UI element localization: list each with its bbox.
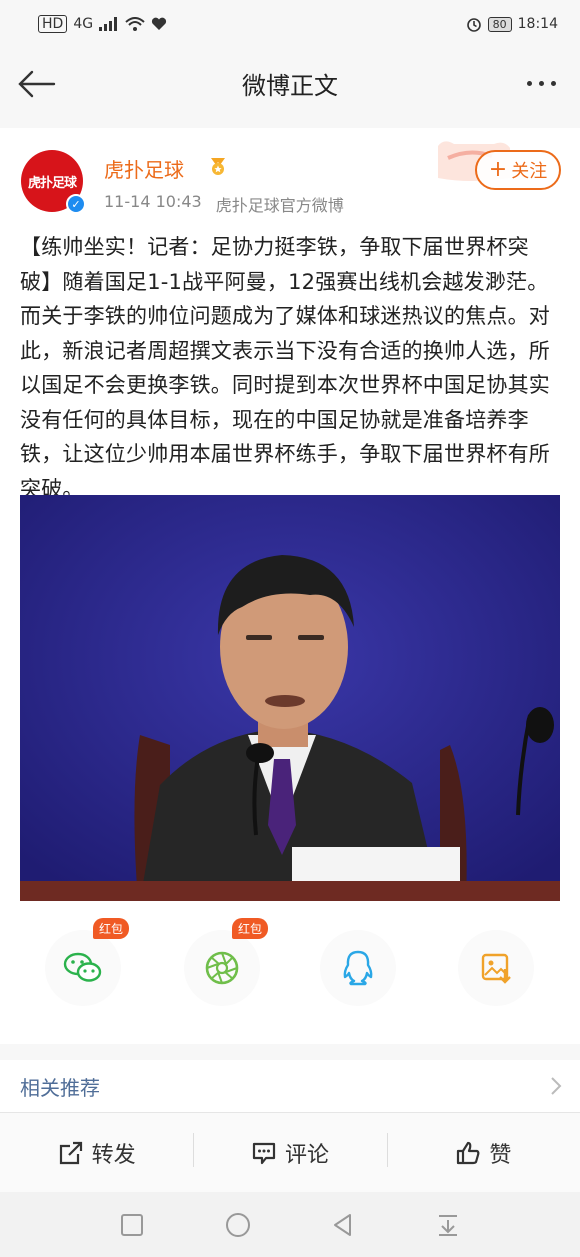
share-moments-button[interactable]: 红包 <box>184 918 269 1006</box>
recent-apps-icon[interactable] <box>119 1212 145 1238</box>
comment-icon <box>252 1142 276 1164</box>
post-image[interactable] <box>20 495 560 901</box>
thumbs-up-icon <box>457 1141 480 1164</box>
battery-indicator: 80 <box>487 16 512 32</box>
heart-icon <box>152 17 167 30</box>
save-image-button[interactable] <box>458 930 534 1006</box>
home-icon[interactable] <box>224 1211 252 1239</box>
share-row: 红包 红包 <box>0 918 580 1022</box>
red-packet-badge: 红包 <box>232 918 269 939</box>
moments-icon <box>205 951 239 985</box>
like-button[interactable]: 赞 <box>386 1132 580 1169</box>
alarm-icon <box>466 18 481 32</box>
avatar-logo-text: 虎扑足球 <box>27 175 77 191</box>
medal-icon <box>211 158 225 175</box>
battery-level: 80 <box>487 16 512 32</box>
more-dot <box>526 80 532 86</box>
red-packet-badge: 红包 <box>93 918 130 939</box>
follow-button[interactable]: + 关注 <box>475 150 561 190</box>
more-dot <box>538 80 544 86</box>
share-wechat-button[interactable]: 红包 <box>45 918 130 1006</box>
clock: 18:14 <box>517 16 558 32</box>
author-name[interactable]: 虎扑足球 <box>104 154 184 183</box>
post-content: 【练帅坐实！记者：足协力挺李铁，争取下届世界杯突破】随着国足1-1战平阿曼，12… <box>20 235 550 501</box>
qq-icon <box>343 950 373 986</box>
post-source: 虎扑足球官方微博 <box>215 196 344 215</box>
verified-badge-icon: ✓ <box>66 194 86 214</box>
hd-indicator: HD <box>38 15 68 33</box>
comment-button[interactable]: 评论 <box>193 1132 386 1169</box>
action-bar: 转发 评论 赞 <box>0 1112 580 1192</box>
post-meta: 11-14 10:43 虎扑足球官方微博 <box>104 192 344 216</box>
page-title: 微博正文 <box>242 71 338 100</box>
post-time: 11-14 10:43 <box>104 192 202 211</box>
status-bar: HD 4G 80 18:14 <box>0 0 580 48</box>
status-left: HD 4G <box>38 15 167 33</box>
chevron-right-icon <box>551 1077 562 1095</box>
wechat-icon <box>63 952 102 982</box>
like-label: 赞 <box>489 1142 512 1168</box>
share-qq-button[interactable] <box>320 930 396 1006</box>
signal-icon <box>99 17 118 31</box>
more-dot <box>550 80 556 86</box>
repost-button[interactable]: 转发 <box>0 1137 193 1169</box>
back-nav-icon[interactable] <box>330 1212 356 1238</box>
status-right: 80 18:14 <box>466 16 558 32</box>
network-indicator: 4G <box>73 16 94 32</box>
system-nav-bar <box>0 1192 580 1257</box>
related-label: 相关推荐 <box>20 1075 100 1100</box>
wifi-icon <box>125 17 145 31</box>
plus-icon: + <box>488 157 508 182</box>
repost-label: 转发 <box>91 1142 136 1168</box>
notification-pull-icon[interactable] <box>435 1212 461 1238</box>
comment-label: 评论 <box>284 1142 329 1168</box>
save-image-icon <box>481 953 511 984</box>
post-photo <box>20 495 560 901</box>
arrow-left-icon <box>18 70 56 98</box>
related-section[interactable]: 相关推荐 <box>0 1060 580 1112</box>
repost-icon <box>59 1141 82 1164</box>
back-button[interactable] <box>14 64 58 104</box>
follow-label: 关注 <box>511 161 548 182</box>
post-card: 虎扑足球 ✓ 虎扑足球 11-14 10:43 虎扑足球官方微博 + 关注 【练… <box>0 128 580 1044</box>
top-nav: 微博正文 <box>0 48 580 118</box>
more-button[interactable] <box>514 66 568 100</box>
